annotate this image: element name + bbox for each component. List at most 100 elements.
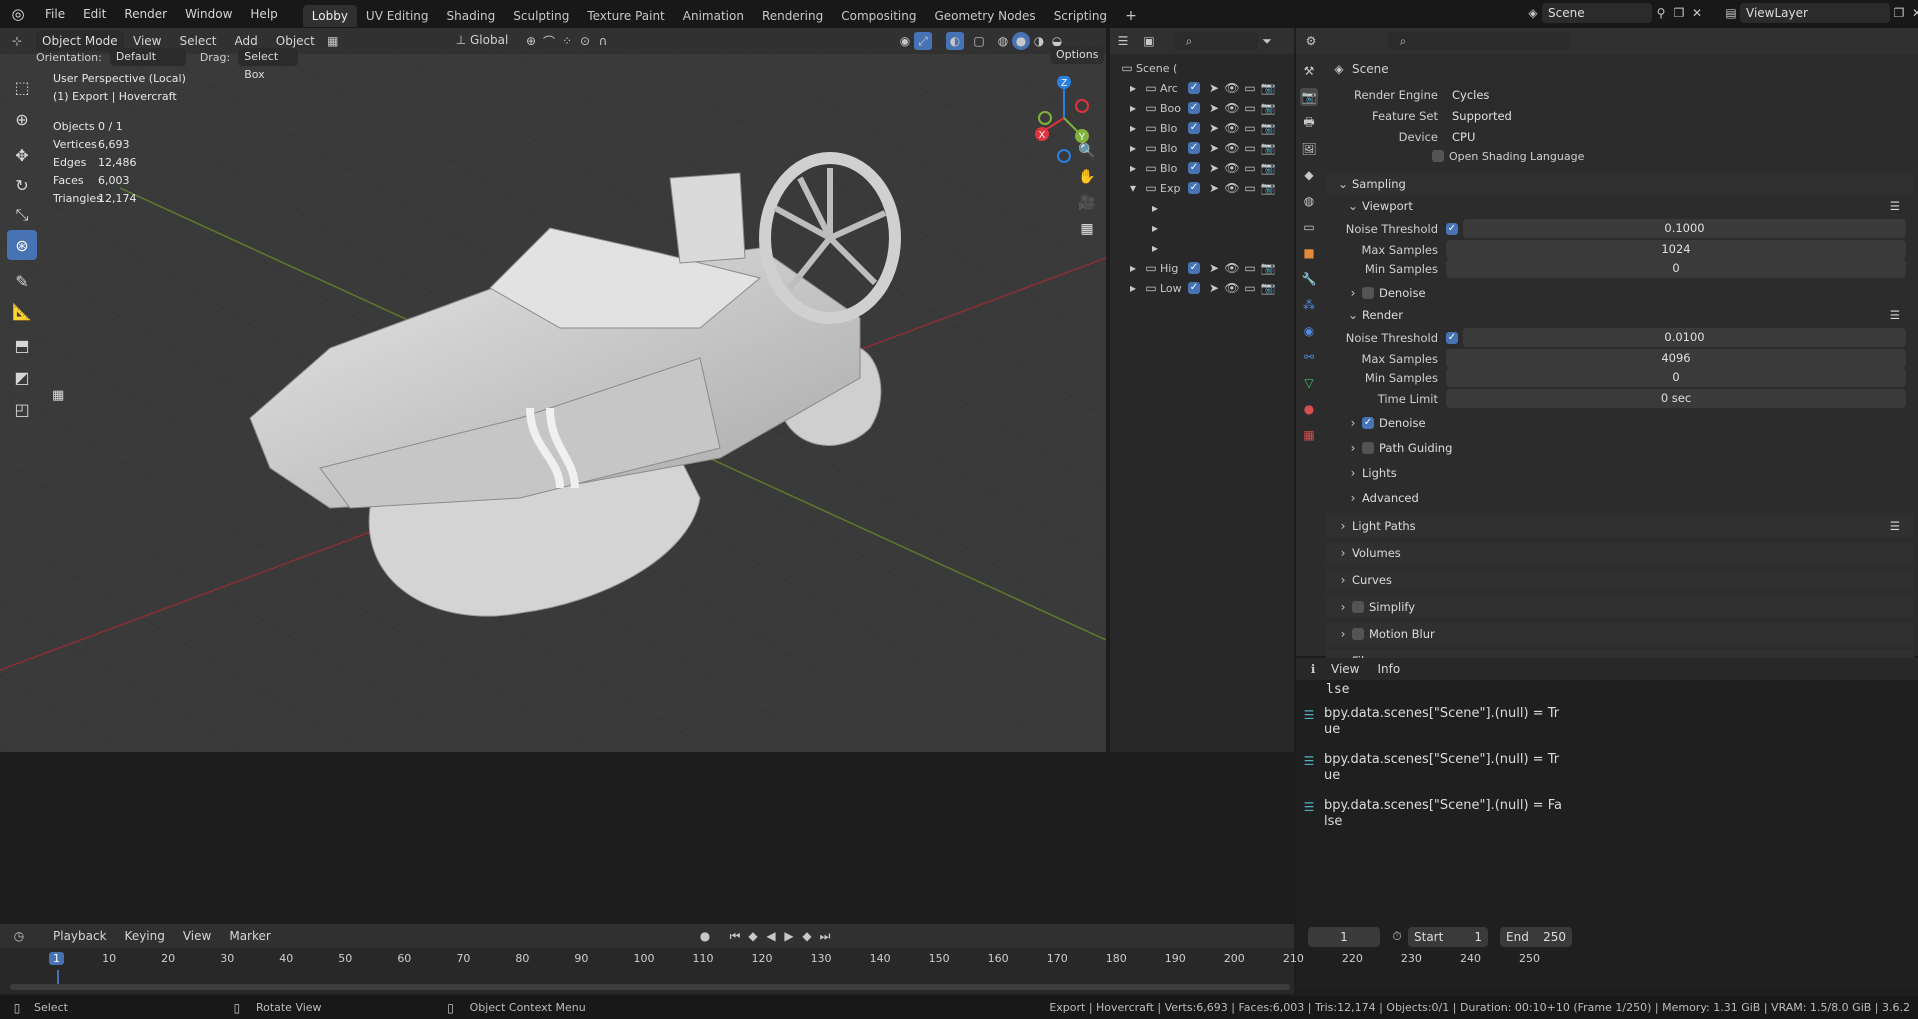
exclude-checkbox[interactable]: ✓ <box>1188 262 1200 274</box>
view-layer-tab-icon[interactable]: 🖼 <box>1300 140 1318 158</box>
output-tab-icon[interactable]: 🖶 <box>1300 114 1318 132</box>
options-button[interactable]: Options <box>1050 46 1105 64</box>
scale-tool-icon[interactable]: ⤡ <box>7 200 37 230</box>
viewport-denoise-checkbox[interactable] <box>1362 287 1374 299</box>
end-frame-field[interactable]: End 250 <box>1500 927 1572 947</box>
viewport-icon[interactable]: ▭ <box>1241 139 1259 157</box>
3d-viewport[interactable]: ⊹ Object Mode View Select Add Object ▦ ⊥… <box>0 28 1106 752</box>
eye-icon[interactable]: 👁 <box>1223 179 1241 197</box>
exclude-checkbox[interactable]: ✓ <box>1188 182 1200 194</box>
select-icon[interactable]: ➤ <box>1205 279 1223 297</box>
eye-icon[interactable]: 👁 <box>1223 139 1241 157</box>
exclude-checkbox[interactable]: ✓ <box>1188 82 1200 94</box>
viewport-icon[interactable]: ▭ <box>1241 159 1259 177</box>
record-icon[interactable]: ● <box>696 927 714 945</box>
expand-arrow-icon[interactable]: ▸ <box>1146 239 1164 257</box>
transform-tool-icon[interactable]: ⊛ <box>7 230 37 260</box>
prev-keyframe-icon[interactable]: ◆ <box>744 927 762 945</box>
viewport-icon[interactable]: ▭ <box>1241 119 1259 137</box>
panel-checkbox[interactable] <box>1352 601 1364 613</box>
start-frame-field[interactable]: Start 1 <box>1408 927 1488 947</box>
render-camera-icon[interactable]: 📷 <box>1259 139 1277 157</box>
current-frame-field[interactable]: 1 <box>1308 927 1380 947</box>
expand-arrow-icon[interactable]: ▸ <box>1146 199 1164 217</box>
expand-arrow-icon[interactable]: ▸ <box>1124 259 1142 277</box>
outliner-type-icon[interactable]: ☰ <box>1114 32 1132 50</box>
osl-row[interactable]: Open Shading Language <box>1326 147 1914 165</box>
properties-type-icon[interactable]: ⚙ <box>1302 32 1320 50</box>
viewport-noise-field[interactable]: 0.1000 <box>1463 219 1906 238</box>
expand-arrow-icon[interactable]: ▸ <box>1124 79 1142 97</box>
move-tool-icon[interactable]: ✥ <box>7 140 37 170</box>
outliner-search-input[interactable]: ⌕ <box>1174 32 1258 50</box>
close-viewlayer-icon[interactable]: ✕ <box>1908 4 1918 22</box>
viewport-denoise-row[interactable]: › Denoise <box>1326 282 1914 304</box>
render-camera-icon[interactable]: 📷 <box>1259 119 1277 137</box>
select-icon[interactable]: ➤ <box>1205 179 1223 197</box>
timeline-ruler[interactable]: 1 10 20 30 40 50 60 70 80 90 100 110 120 130 140 150 160… <box>0 952 1540 970</box>
next-keyframe-icon[interactable]: ◆ <box>798 927 816 945</box>
blender-logo-icon[interactable]: ◎ <box>0 5 36 23</box>
pin-icon[interactable]: ⚲ <box>1652 4 1670 22</box>
select-icon[interactable]: ➤ <box>1205 79 1223 97</box>
viewport-subpanel-header[interactable]: ⌄ Viewport ☰ <box>1326 195 1914 217</box>
timeline-menu-marker[interactable]: Marker <box>220 924 279 948</box>
modifier-tab-icon[interactable]: 🔧 <box>1300 270 1318 288</box>
properties-search-input[interactable]: ⌕ <box>1388 32 1570 50</box>
editor-type-icon[interactable]: ⊹ <box>8 32 26 50</box>
tool-tab-icon[interactable]: ⚒ <box>1300 62 1318 80</box>
close-scene-icon[interactable]: ✕ <box>1688 4 1706 22</box>
play-reverse-icon[interactable]: ◀ <box>762 927 780 945</box>
timeline-menu-playback[interactable]: Playback <box>44 924 116 948</box>
timeline-menu-view[interactable]: View <box>174 924 220 948</box>
render-denoise-checkbox[interactable]: ✓ <box>1362 417 1374 429</box>
object-tab-icon[interactable]: ■ <box>1300 244 1318 262</box>
lights-subpanel-header[interactable]: › Lights <box>1326 462 1914 484</box>
eye-icon[interactable]: 👁 <box>1223 279 1241 297</box>
tab-uv-editing[interactable]: UV Editing <box>357 5 438 27</box>
expand-arrow-icon[interactable]: ▸ <box>1146 219 1164 237</box>
render-noise-checkbox[interactable]: ✓ <box>1446 331 1458 344</box>
cursor-tool-icon[interactable]: ⊕ <box>7 104 37 134</box>
tab-rendering[interactable]: Rendering <box>753 5 832 27</box>
render-camera-icon[interactable]: 📷 <box>1259 259 1277 277</box>
select-icon[interactable]: ➤ <box>1205 159 1223 177</box>
outliner-item[interactable]: ▸ <box>1118 218 1294 238</box>
panel-checkbox[interactable] <box>1352 628 1364 640</box>
gizmo-toggle-icon[interactable]: ⤢ <box>914 32 932 50</box>
ortho-grid-icon[interactable]: ▦ <box>1074 216 1100 242</box>
tab-shading[interactable]: Shading <box>438 5 505 27</box>
info-menu-info[interactable]: Info <box>1368 658 1409 680</box>
panel-header[interactable]: › Light Paths ☰ <box>1326 515 1914 537</box>
exclude-checkbox[interactable]: ✓ <box>1188 282 1200 294</box>
menu-window[interactable]: Window <box>176 0 241 28</box>
outliner-item[interactable]: ▸ ▭ Low ✓ ➤ 👁 ▭ 📷 <box>1118 278 1294 298</box>
play-icon[interactable]: ▶ <box>780 927 798 945</box>
expand-arrow-icon[interactable]: ▸ <box>1124 99 1142 117</box>
rotate-tool-icon[interactable]: ↻ <box>7 170 37 200</box>
eye-icon[interactable]: 👁 <box>1223 99 1241 117</box>
timeline-type-icon[interactable]: ◷ <box>10 927 28 945</box>
render-subpanel-header[interactable]: ⌄ Render ☰ <box>1326 304 1914 326</box>
list-icon[interactable]: ☰ <box>1890 308 1900 322</box>
outliner-item[interactable]: ▸ ▭ Hig ✓ ➤ 👁 ▭ 📷 <box>1118 258 1294 278</box>
select-icon[interactable]: ➤ <box>1205 259 1223 277</box>
outliner-item[interactable]: ▸ ▭ Arc ✓ ➤ 👁 ▭ 📷 <box>1118 78 1294 98</box>
playhead[interactable] <box>57 970 59 984</box>
collection-tab-icon[interactable]: ▭ <box>1300 218 1318 236</box>
expand-arrow-icon[interactable]: ▾ <box>1124 179 1142 197</box>
display-mode-icon[interactable]: ▣ <box>1140 32 1158 50</box>
scene-name-field[interactable]: Scene <box>1542 3 1652 23</box>
select-box-tool-icon[interactable]: ⬚ <box>7 72 37 102</box>
jump-start-icon[interactable]: ⏮ <box>726 927 744 945</box>
info-type-icon[interactable]: ℹ <box>1304 660 1322 678</box>
image-icon[interactable]: ▦ <box>324 32 342 50</box>
tab-geometry-nodes[interactable]: Geometry Nodes <box>925 5 1044 27</box>
viewport-noise-checkbox[interactable]: ✓ <box>1446 222 1458 235</box>
info-log[interactable]: lse ☰ bpy.data.scenes["Scene"].(null) = T… <box>1296 680 1918 832</box>
select-icon[interactable]: ➤ <box>1205 119 1223 137</box>
outliner-item[interactable]: ▸ ▭ Boo ✓ ➤ 👁 ▭ 📷 <box>1118 98 1294 118</box>
texture-tab-icon[interactable]: ▦ <box>1300 426 1318 444</box>
drag-dropdown[interactable]: Select Box <box>238 48 299 81</box>
outliner-item[interactable]: ▾ ▭ Exp ✓ ➤ 👁 ▭ 📷 <box>1118 178 1294 198</box>
